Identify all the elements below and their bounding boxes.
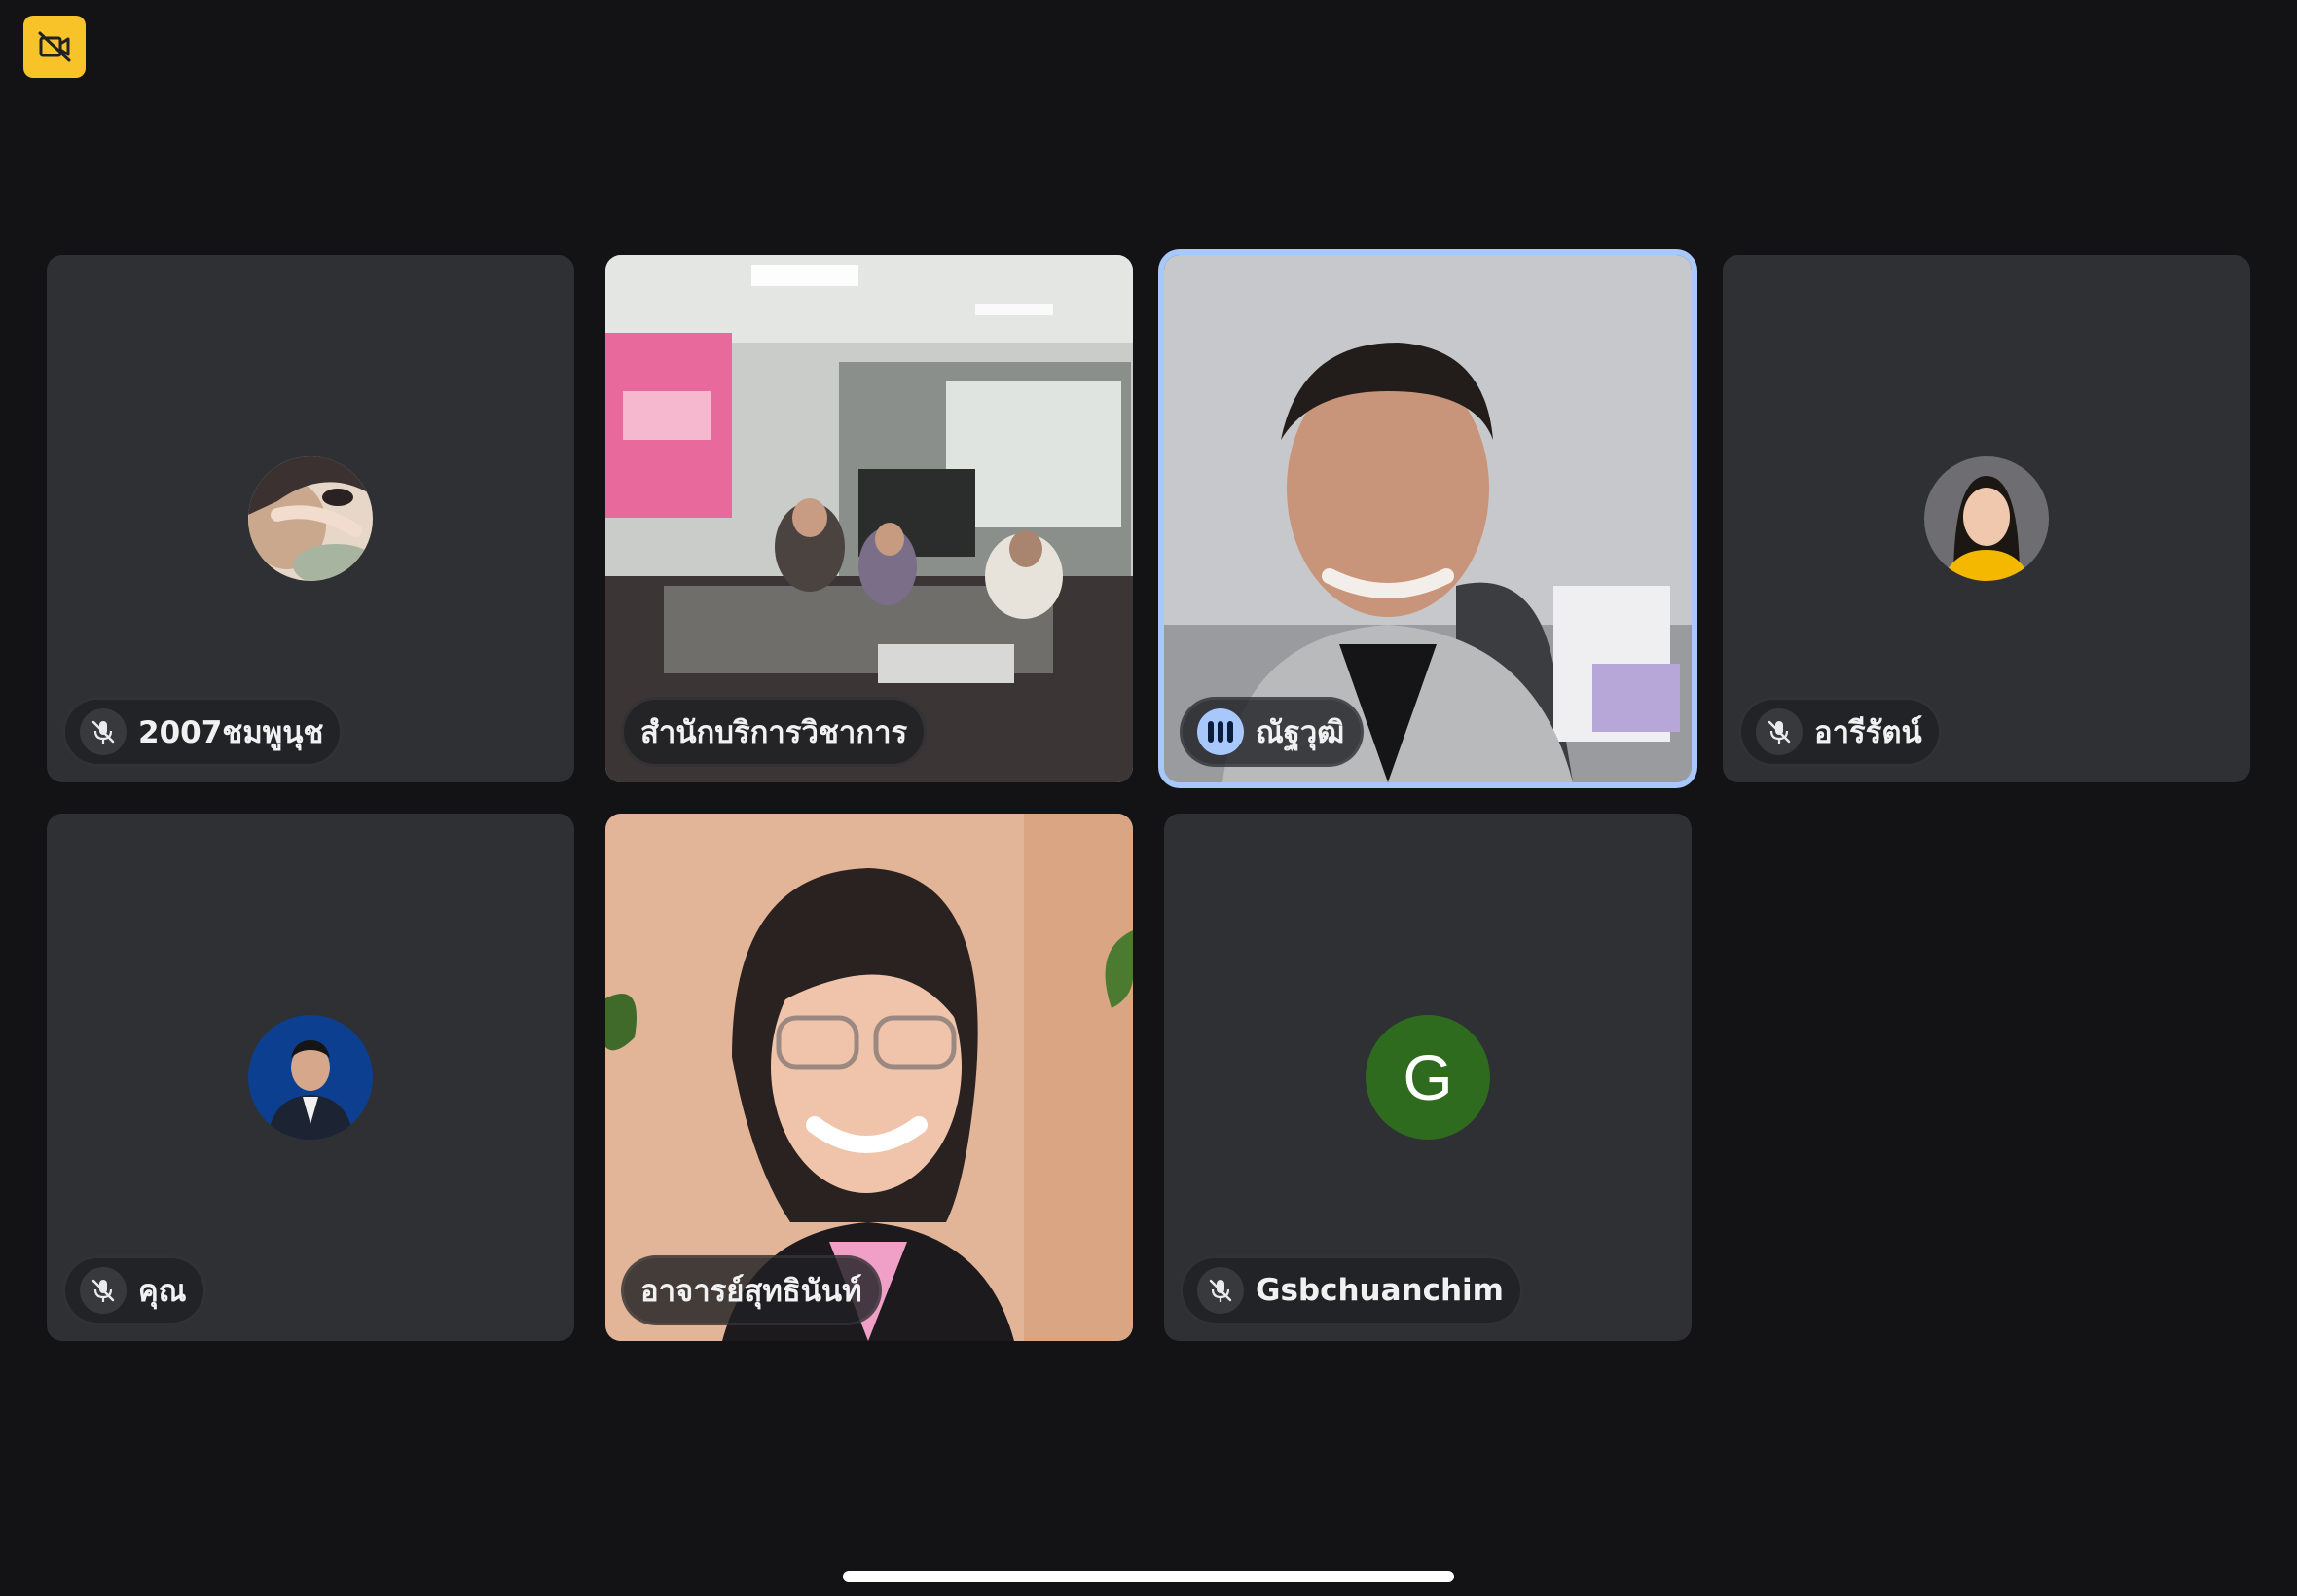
participant-tile[interactable]: 2007ชมพูนุช	[47, 255, 574, 782]
mic-off-icon	[1756, 708, 1803, 755]
home-indicator[interactable]	[843, 1571, 1454, 1582]
meeting-stage: 2007ชมพูนุช สำนักบริการวิชาการ ณัฐวุฒิ อ…	[0, 0, 2297, 1596]
participant-name-chip: อารีรัตน์	[1738, 697, 1942, 767]
participant-name-chip: 2007ชมพูนุช	[62, 697, 344, 767]
video-off-icon	[38, 31, 71, 62]
mic-off-icon	[80, 708, 127, 755]
participant-name-chip: ณัฐวุฒิ	[1180, 697, 1365, 767]
participant-name-chip: คุณ	[62, 1255, 206, 1325]
participant-name-chip: สำนักบริการวิชาการ	[621, 697, 928, 767]
participant-tile[interactable]: คุณ	[47, 814, 574, 1341]
participant-name: Gsbchuanchim	[1256, 1273, 1504, 1308]
participant-avatar	[1924, 456, 2049, 581]
participant-tile[interactable]: G Gsbchuanchim	[1164, 814, 1692, 1341]
participant-avatar	[248, 1015, 373, 1140]
participant-tile-active-speaker[interactable]: ณัฐวุฒิ	[1164, 255, 1692, 782]
camera-off-button[interactable]	[23, 16, 86, 78]
speaking-indicator-icon	[1197, 708, 1244, 755]
participant-name: อาจารย์สุทธินันท์	[640, 1274, 862, 1309]
participant-name: 2007ชมพูนุช	[138, 715, 324, 750]
mic-off-icon	[80, 1267, 127, 1314]
participant-tile[interactable]: สำนักบริการวิชาการ	[605, 255, 1133, 782]
participant-name: อารีรัตน์	[1814, 715, 1922, 750]
participant-name-chip: Gsbchuanchim	[1180, 1255, 1523, 1325]
participant-name: คุณ	[138, 1274, 187, 1309]
participant-name-chip: อาจารย์สุทธินันท์	[621, 1255, 882, 1325]
avatar-letter: G	[1403, 1041, 1453, 1113]
participant-avatar: G	[1366, 1015, 1490, 1140]
mic-off-icon	[1197, 1267, 1244, 1314]
participant-name: ณัฐวุฒิ	[1256, 715, 1345, 750]
participant-name: สำนักบริการวิชาการ	[640, 715, 908, 750]
participant-tile[interactable]: อาจารย์สุทธินันท์	[605, 814, 1133, 1341]
participant-tile[interactable]: อารีรัตน์	[1723, 255, 2250, 782]
participant-avatar	[248, 456, 373, 581]
